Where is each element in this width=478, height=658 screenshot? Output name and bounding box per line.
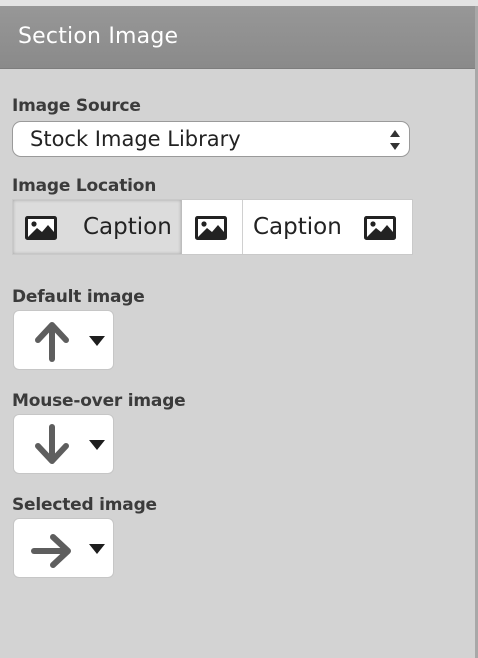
image-icon (364, 216, 396, 240)
chevron-down-icon (89, 336, 105, 346)
location-option-right[interactable]: Caption (243, 200, 412, 254)
selected-image-picker[interactable] (13, 518, 114, 578)
section-image-panel: Section Image Image Source Stock Image L… (0, 0, 478, 658)
arrow-right-icon (31, 534, 71, 568)
location-option-middle[interactable] (182, 200, 243, 254)
location-caption-right: Caption (253, 214, 342, 240)
image-icon (25, 216, 57, 240)
default-image-picker[interactable] (13, 310, 114, 370)
mouseover-image-picker[interactable] (13, 414, 114, 474)
arrow-up-icon (35, 322, 69, 362)
panel-header: Section Image (0, 6, 475, 69)
image-location-label: Image Location (12, 176, 157, 196)
select-stepper-icon (390, 130, 400, 150)
selected-image-label: Selected image (12, 495, 157, 515)
chevron-down-icon (89, 440, 105, 450)
image-location-segmented-control: Caption Caption (12, 199, 413, 255)
arrow-down-icon (35, 424, 69, 464)
image-source-label: Image Source (12, 96, 141, 116)
mouseover-image-label: Mouse-over image (12, 391, 186, 411)
chevron-down-icon (89, 544, 105, 554)
location-caption-left: Caption (83, 214, 172, 240)
panel-title: Section Image (18, 24, 179, 49)
location-option-left[interactable]: Caption (13, 200, 182, 254)
image-source-select[interactable]: Stock Image Library (12, 121, 410, 157)
default-image-label: Default image (12, 287, 145, 307)
image-icon (195, 216, 227, 240)
image-source-value: Stock Image Library (30, 127, 241, 151)
